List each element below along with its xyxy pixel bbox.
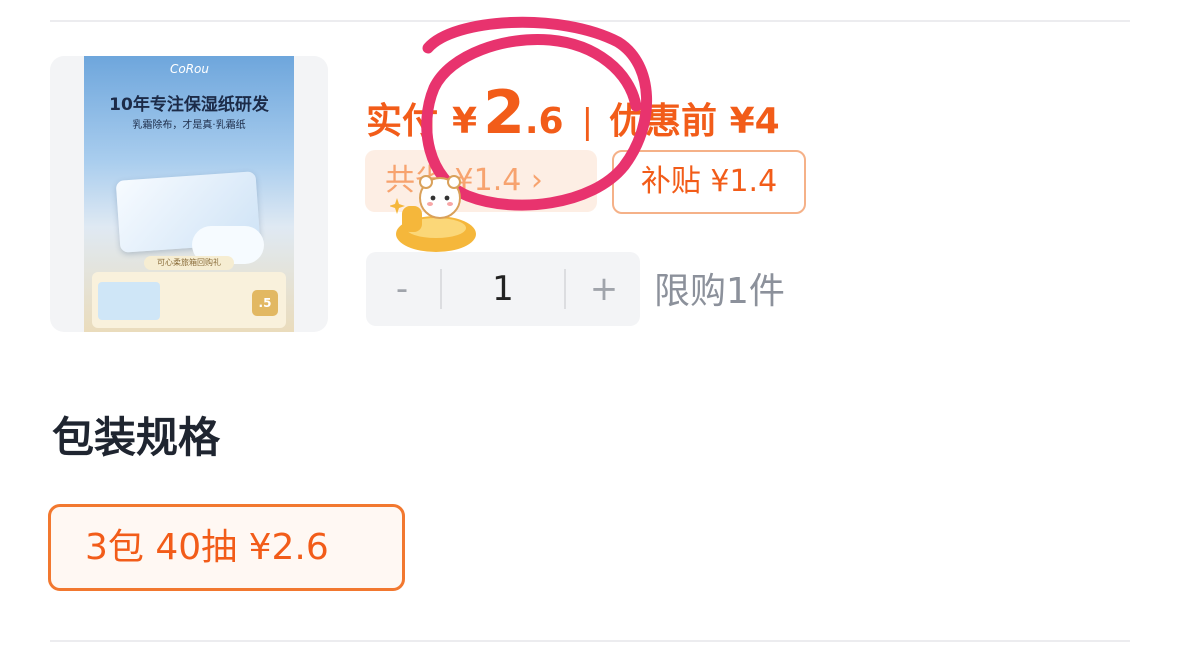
increase-button[interactable]: + [568,252,640,326]
original-price: 优惠前 ¥4 [609,101,780,142]
price-separator: | [581,102,594,142]
actual-price-decimal: .6 [524,101,564,142]
stepper-divider [564,269,566,309]
actual-price-integer: 2 [483,78,525,148]
brand-logo-text: CoRou [170,62,210,76]
price-line: 实付 ¥2.6 | 优惠前 ¥4 [366,78,780,148]
cat-mascot-icon [390,175,476,252]
subsidy-tag: 补贴 ¥1.4 [612,150,806,214]
decrease-button[interactable]: - [366,252,438,326]
product-image[interactable]: CoRou 10年专注保湿纸研发 乳霜除布，才是真·乳霜纸 可心柔旅箱回购礼 .… [50,56,328,332]
actual-price-label: 实付 [366,101,439,142]
image-subline: 乳霜除布，才是真·乳霜纸 [132,120,246,131]
spec-section-title: 包装规格 [52,413,221,462]
bottom-divider [50,640,1130,642]
gift-banner: 可心柔旅箱回购礼 [144,256,234,270]
image-headline: 10年专注保湿纸研发 [109,95,269,115]
purchase-limit: 限购1件 [654,271,785,312]
quantity-stepper: - 1 + [366,252,640,326]
currency-symbol: ¥ [452,101,478,142]
mini-pack-graphic [98,282,160,320]
coin-badge: .5 [252,290,278,316]
spec-option[interactable]: 3包 40抽 ¥2.6 [48,504,405,591]
product-photo: CoRou 10年专注保湿纸研发 乳霜除布，才是真·乳霜纸 可心柔旅箱回购礼 .… [84,56,294,332]
quantity-value[interactable]: 1 [442,252,564,326]
top-divider [50,20,1130,22]
